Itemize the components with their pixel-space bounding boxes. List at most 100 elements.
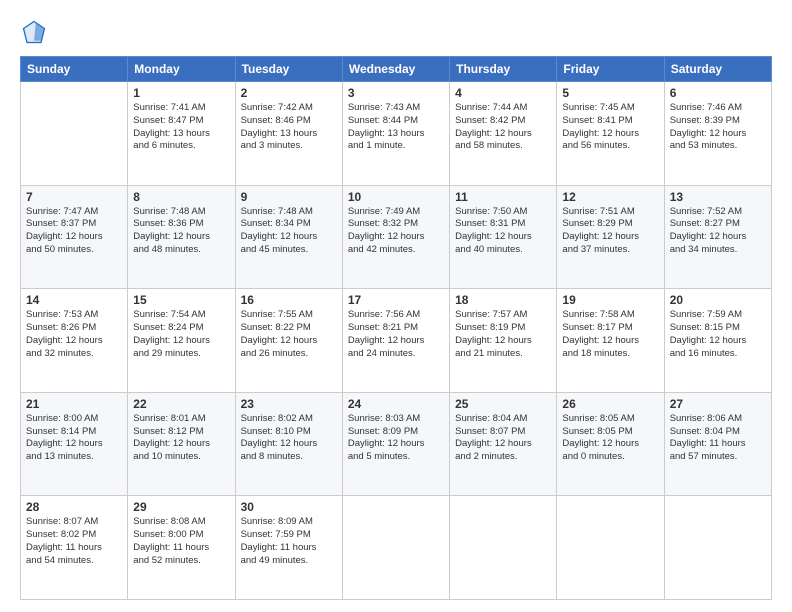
day-number: 11: [455, 190, 551, 204]
day-number: 25: [455, 397, 551, 411]
calendar-cell: 27 Sunrise: 8:06 AMSunset: 8:04 PMDayligh…: [664, 392, 771, 496]
calendar-cell: 22 Sunrise: 8:01 AMSunset: 8:12 PMDayligh…: [128, 392, 235, 496]
calendar-header: SundayMondayTuesdayWednesdayThursdayFrid…: [21, 57, 772, 82]
day-info: Sunrise: 8:07 AMSunset: 8:02 PMDaylight:…: [26, 516, 122, 567]
day-number: 18: [455, 293, 551, 307]
day-of-week-monday: Monday: [128, 57, 235, 82]
day-of-week-thursday: Thursday: [450, 57, 557, 82]
calendar-cell: 18Sunrise: 7:57 AMSunset: 8:19 PMDayligh…: [450, 289, 557, 393]
calendar-cell: 20 Sunrise: 7:59 AMSunset: 8:15 PMDayligh…: [664, 289, 771, 393]
calendar-cell: [342, 496, 449, 600]
day-info: Sunrise: 8:00 AMSunset: 8:14 PMDaylight:…: [26, 413, 122, 464]
day-of-week-friday: Friday: [557, 57, 664, 82]
day-info: Sunrise: 7:48 AMSunset: 8:34 PMDaylight:…: [241, 206, 337, 257]
day-number: 30: [241, 500, 337, 514]
day-info: Sunrise: 7:54 AMSunset: 8:24 PMDaylight:…: [133, 309, 229, 360]
day-info: Sunrise: 7:42 AMSunset: 8:46 PMDaylight:…: [241, 102, 337, 153]
day-number: 24: [348, 397, 444, 411]
header-row: SundayMondayTuesdayWednesdayThursdayFrid…: [21, 57, 772, 82]
day-of-week-tuesday: Tuesday: [235, 57, 342, 82]
day-of-week-saturday: Saturday: [664, 57, 771, 82]
page-header: [20, 18, 772, 46]
day-number: 4: [455, 86, 551, 100]
day-number: 8: [133, 190, 229, 204]
calendar-cell: 19 Sunrise: 7:58 AMSunset: 8:17 PMDayligh…: [557, 289, 664, 393]
day-number: 17: [348, 293, 444, 307]
calendar-cell: 8 Sunrise: 7:48 AMSunset: 8:36 PMDaylight…: [128, 185, 235, 289]
day-info: Sunrise: 8:06 AMSunset: 8:04 PMDaylight:…: [670, 413, 766, 464]
calendar-cell: 29 Sunrise: 8:08 AMSunset: 8:00 PMDayligh…: [128, 496, 235, 600]
calendar-cell: 3 Sunrise: 7:43 AMSunset: 8:44 PMDaylight…: [342, 82, 449, 186]
day-number: 14: [26, 293, 122, 307]
calendar-body: 1 Sunrise: 7:41 AMSunset: 8:47 PMDaylight…: [21, 82, 772, 600]
day-number: 27: [670, 397, 766, 411]
calendar-cell: 5 Sunrise: 7:45 AMSunset: 8:41 PMDaylight…: [557, 82, 664, 186]
day-number: 1: [133, 86, 229, 100]
day-number: 10: [348, 190, 444, 204]
day-number: 3: [348, 86, 444, 100]
day-number: 29: [133, 500, 229, 514]
week-row-2: 7Sunrise: 7:47 AMSunset: 8:37 PMDaylight…: [21, 185, 772, 289]
calendar-cell: 9 Sunrise: 7:48 AMSunset: 8:34 PMDaylight…: [235, 185, 342, 289]
day-of-week-wednesday: Wednesday: [342, 57, 449, 82]
day-number: 19: [562, 293, 658, 307]
day-info: Sunrise: 8:02 AMSunset: 8:10 PMDaylight:…: [241, 413, 337, 464]
calendar-cell: 30 Sunrise: 8:09 AMSunset: 7:59 PMDayligh…: [235, 496, 342, 600]
calendar-cell: 14 Sunrise: 7:53 AMSunset: 8:26 PMDayligh…: [21, 289, 128, 393]
calendar-cell: 6Sunrise: 7:46 AMSunset: 8:39 PMDaylight…: [664, 82, 771, 186]
day-number: 15: [133, 293, 229, 307]
day-number: 21: [26, 397, 122, 411]
day-info: Sunrise: 7:43 AMSunset: 8:44 PMDaylight:…: [348, 102, 444, 153]
calendar-cell: 17 Sunrise: 7:56 AMSunset: 8:21 PMDayligh…: [342, 289, 449, 393]
day-info: Sunrise: 8:01 AMSunset: 8:12 PMDaylight:…: [133, 413, 229, 464]
day-info: Sunrise: 7:41 AMSunset: 8:47 PMDaylight:…: [133, 102, 229, 153]
day-number: 6: [670, 86, 766, 100]
week-row-1: 1 Sunrise: 7:41 AMSunset: 8:47 PMDaylight…: [21, 82, 772, 186]
calendar-cell: 1 Sunrise: 7:41 AMSunset: 8:47 PMDaylight…: [128, 82, 235, 186]
calendar: SundayMondayTuesdayWednesdayThursdayFrid…: [20, 56, 772, 600]
calendar-cell: [664, 496, 771, 600]
calendar-cell: 4 Sunrise: 7:44 AMSunset: 8:42 PMDaylight…: [450, 82, 557, 186]
calendar-cell: 10 Sunrise: 7:49 AMSunset: 8:32 PMDayligh…: [342, 185, 449, 289]
day-info: Sunrise: 7:59 AMSunset: 8:15 PMDaylight:…: [670, 309, 766, 360]
day-info: Sunrise: 7:56 AMSunset: 8:21 PMDaylight:…: [348, 309, 444, 360]
week-row-3: 14 Sunrise: 7:53 AMSunset: 8:26 PMDayligh…: [21, 289, 772, 393]
day-number: 20: [670, 293, 766, 307]
day-info: Sunrise: 8:08 AMSunset: 8:00 PMDaylight:…: [133, 516, 229, 567]
day-number: 23: [241, 397, 337, 411]
day-info: Sunrise: 7:51 AMSunset: 8:29 PMDaylight:…: [562, 206, 658, 257]
calendar-cell: 12 Sunrise: 7:51 AMSunset: 8:29 PMDayligh…: [557, 185, 664, 289]
calendar-cell: 26 Sunrise: 8:05 AMSunset: 8:05 PMDayligh…: [557, 392, 664, 496]
day-info: Sunrise: 8:09 AMSunset: 7:59 PMDaylight:…: [241, 516, 337, 567]
day-number: 5: [562, 86, 658, 100]
logo: [20, 18, 52, 46]
calendar-cell: 23 Sunrise: 8:02 AMSunset: 8:10 PMDayligh…: [235, 392, 342, 496]
day-info: Sunrise: 7:58 AMSunset: 8:17 PMDaylight:…: [562, 309, 658, 360]
day-info: Sunrise: 7:52 AMSunset: 8:27 PMDaylight:…: [670, 206, 766, 257]
calendar-cell: [21, 82, 128, 186]
calendar-cell: 16 Sunrise: 7:55 AMSunset: 8:22 PMDayligh…: [235, 289, 342, 393]
day-number: 16: [241, 293, 337, 307]
day-number: 12: [562, 190, 658, 204]
week-row-4: 21 Sunrise: 8:00 AMSunset: 8:14 PMDayligh…: [21, 392, 772, 496]
day-info: Sunrise: 8:03 AMSunset: 8:09 PMDaylight:…: [348, 413, 444, 464]
day-info: Sunrise: 7:44 AMSunset: 8:42 PMDaylight:…: [455, 102, 551, 153]
day-info: Sunrise: 8:04 AMSunset: 8:07 PMDaylight:…: [455, 413, 551, 464]
day-of-week-sunday: Sunday: [21, 57, 128, 82]
calendar-cell: 7Sunrise: 7:47 AMSunset: 8:37 PMDaylight…: [21, 185, 128, 289]
day-number: 22: [133, 397, 229, 411]
logo-icon: [20, 18, 48, 46]
day-number: 9: [241, 190, 337, 204]
day-info: Sunrise: 7:55 AMSunset: 8:22 PMDaylight:…: [241, 309, 337, 360]
day-info: Sunrise: 7:53 AMSunset: 8:26 PMDaylight:…: [26, 309, 122, 360]
day-info: Sunrise: 7:45 AMSunset: 8:41 PMDaylight:…: [562, 102, 658, 153]
calendar-cell: 21 Sunrise: 8:00 AMSunset: 8:14 PMDayligh…: [21, 392, 128, 496]
day-info: Sunrise: 8:05 AMSunset: 8:05 PMDaylight:…: [562, 413, 658, 464]
calendar-cell: 28 Sunrise: 8:07 AMSunset: 8:02 PMDayligh…: [21, 496, 128, 600]
day-number: 26: [562, 397, 658, 411]
day-info: Sunrise: 7:48 AMSunset: 8:36 PMDaylight:…: [133, 206, 229, 257]
calendar-cell: 13Sunrise: 7:52 AMSunset: 8:27 PMDayligh…: [664, 185, 771, 289]
day-info: Sunrise: 7:49 AMSunset: 8:32 PMDaylight:…: [348, 206, 444, 257]
calendar-cell: 24 Sunrise: 8:03 AMSunset: 8:09 PMDayligh…: [342, 392, 449, 496]
day-number: 28: [26, 500, 122, 514]
